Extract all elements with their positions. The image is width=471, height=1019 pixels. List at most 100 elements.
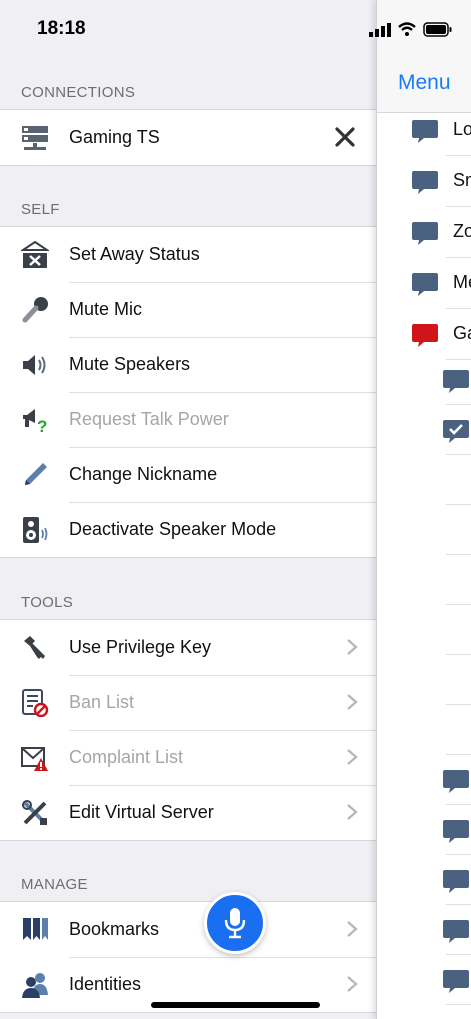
separator bbox=[446, 1004, 471, 1005]
channel-icon bbox=[412, 120, 438, 143]
connections-group: Gaming TS bbox=[0, 109, 376, 166]
chevron-right-icon bbox=[347, 749, 358, 765]
client-icon bbox=[443, 370, 469, 393]
client-icon bbox=[443, 920, 469, 943]
section-tools: TOOLS bbox=[21, 594, 74, 611]
bookmarks-icon bbox=[20, 915, 50, 945]
channel-icon bbox=[412, 273, 438, 296]
self-item-label: Change Nickname bbox=[69, 464, 218, 484]
client-icon bbox=[443, 820, 469, 843]
section-self: SELF bbox=[21, 201, 60, 218]
tools-item-label: Complaint List bbox=[69, 747, 184, 767]
channel-row[interactable]: Me bbox=[377, 258, 471, 309]
chevron-right-icon bbox=[347, 804, 358, 820]
home-indicator[interactable] bbox=[151, 1002, 320, 1008]
battery-icon bbox=[423, 22, 452, 37]
client-icon bbox=[443, 870, 469, 893]
client-row[interactable] bbox=[377, 705, 471, 755]
self-item-label: Request Talk Power bbox=[69, 409, 229, 429]
edit-virtual-server[interactable]: Edit Virtual Server bbox=[0, 785, 376, 840]
screen: 18:18 CONNECTIONS Gaming TS SELF Set Awa… bbox=[0, 0, 471, 1019]
channel-name: Me bbox=[453, 272, 471, 292]
tools-item-label: Ban List bbox=[69, 692, 135, 712]
close-icon[interactable] bbox=[334, 126, 356, 148]
client-row[interactable] bbox=[377, 405, 471, 455]
channel-panel: Menu Lo Sm Zo Me Ga bbox=[369, 0, 471, 1019]
deactivate-speaker-mode[interactable]: Deactivate Speaker Mode bbox=[0, 502, 376, 557]
menu-back-button[interactable]: Menu bbox=[398, 71, 451, 95]
connection-label: Gaming TS bbox=[69, 127, 160, 147]
key-icon bbox=[20, 633, 50, 663]
channel-nav-bar: Menu bbox=[369, 0, 471, 113]
client-row[interactable] bbox=[377, 605, 471, 655]
chevron-right-icon bbox=[347, 921, 358, 937]
channel-row[interactable]: Lo bbox=[377, 105, 471, 156]
server-icon bbox=[20, 123, 50, 153]
client-row[interactable] bbox=[377, 455, 471, 505]
identities-icon bbox=[20, 970, 50, 1000]
complaint-icon bbox=[20, 743, 50, 773]
menu-panel: 18:18 CONNECTIONS Gaming TS SELF Set Awa… bbox=[0, 0, 376, 1019]
client-row[interactable] bbox=[377, 905, 471, 955]
self-item-label: Mute Speakers bbox=[69, 354, 191, 374]
status-time: 18:18 bbox=[37, 18, 86, 39]
client-row[interactable] bbox=[377, 505, 471, 555]
speaker-icon bbox=[20, 350, 50, 380]
request-talk-power[interactable]: ? Request Talk Power bbox=[0, 392, 376, 447]
self-item-label: Set Away Status bbox=[69, 244, 200, 264]
client-row[interactable] bbox=[377, 755, 471, 805]
client-row[interactable] bbox=[377, 655, 471, 705]
use-privilege-key[interactable]: Use Privilege Key bbox=[0, 620, 376, 675]
channel-row[interactable]: Zo bbox=[377, 207, 471, 258]
ban-list-icon bbox=[20, 688, 50, 718]
channel-name: Lo bbox=[453, 119, 471, 139]
microphone-icon bbox=[224, 908, 246, 939]
chevron-right-icon bbox=[347, 639, 358, 655]
client-row[interactable] bbox=[377, 355, 471, 405]
manage-group: Bookmarks Identities bbox=[0, 901, 376, 1013]
section-connections: CONNECTIONS bbox=[21, 84, 136, 101]
svg-text:?: ? bbox=[37, 417, 47, 434]
self-item-label: Mute Mic bbox=[69, 299, 143, 319]
channel-row[interactable]: Sm bbox=[377, 156, 471, 207]
client-row[interactable] bbox=[377, 955, 471, 1005]
channel-row-active[interactable]: Ga bbox=[377, 309, 471, 360]
tools-icon bbox=[20, 798, 50, 828]
chevron-right-icon bbox=[347, 976, 358, 992]
away-status-icon bbox=[20, 240, 50, 270]
channel-name: Zo bbox=[453, 221, 471, 241]
bookmarks[interactable]: Bookmarks bbox=[0, 902, 376, 957]
channel-name: Sm bbox=[453, 170, 471, 190]
client-row[interactable] bbox=[377, 555, 471, 605]
manage-item-label: Identities bbox=[69, 974, 142, 994]
manage-item-label: Bookmarks bbox=[69, 919, 160, 939]
self-group: Set Away Status Mute Mic Mute Speakers ?… bbox=[0, 226, 376, 558]
push-to-talk-button[interactable] bbox=[204, 892, 266, 954]
tools-item-label: Edit Virtual Server bbox=[69, 802, 214, 822]
channel-active-icon bbox=[412, 324, 438, 347]
client-row[interactable] bbox=[377, 805, 471, 855]
pencil-icon bbox=[20, 460, 50, 490]
speaker-mode-icon bbox=[20, 515, 50, 545]
mute-speakers[interactable]: Mute Speakers bbox=[0, 337, 376, 392]
tools-item-label: Use Privilege Key bbox=[69, 637, 212, 657]
chevron-right-icon bbox=[347, 694, 358, 710]
channel-icon bbox=[412, 171, 438, 194]
client-icon bbox=[443, 970, 469, 993]
wifi-icon bbox=[398, 22, 416, 36]
mute-mic[interactable]: Mute Mic bbox=[0, 282, 376, 337]
client-row[interactable] bbox=[377, 855, 471, 905]
client-checked-icon bbox=[443, 420, 469, 443]
set-away-status[interactable]: Set Away Status bbox=[0, 227, 376, 282]
ban-list[interactable]: Ban List bbox=[0, 675, 376, 730]
channel-icon bbox=[412, 222, 438, 245]
status-bar: 18:18 bbox=[0, 0, 376, 60]
status-icons bbox=[369, 20, 471, 40]
self-item-label: Deactivate Speaker Mode bbox=[69, 519, 277, 539]
client-icon bbox=[443, 770, 469, 793]
connection-gaming-ts[interactable]: Gaming TS bbox=[0, 110, 376, 165]
signal-icon bbox=[369, 23, 391, 37]
change-nickname[interactable]: Change Nickname bbox=[0, 447, 376, 502]
tools-group: Use Privilege Key Ban List Complaint Lis… bbox=[0, 619, 376, 841]
complaint-list[interactable]: Complaint List bbox=[0, 730, 376, 785]
